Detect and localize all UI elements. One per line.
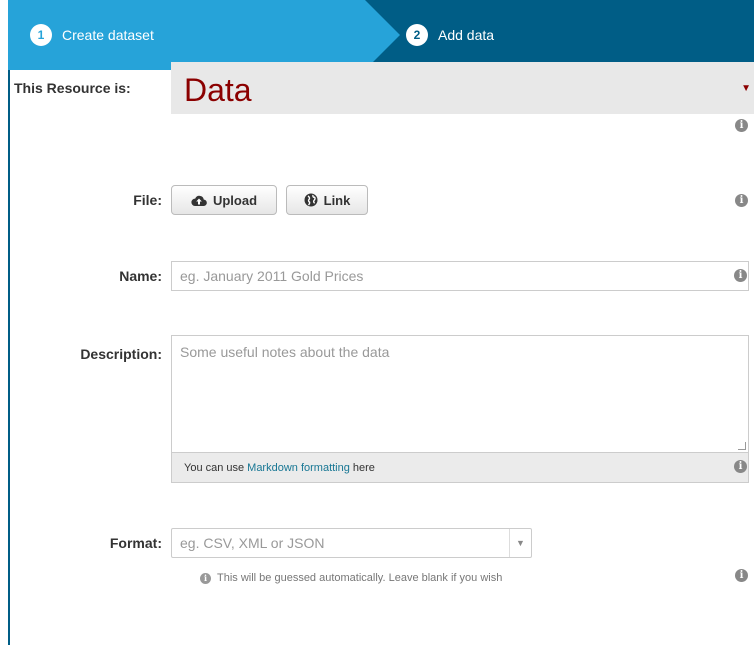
upload-button[interactable]: Upload: [171, 185, 277, 215]
stage-number: 1: [30, 24, 52, 46]
globe-icon: [304, 193, 318, 207]
markdown-formatting-link[interactable]: Markdown formatting: [247, 462, 350, 474]
info-icon: i: [735, 119, 748, 132]
chevron-down-icon[interactable]: ▼: [509, 529, 531, 557]
format-select[interactable]: eg. CSV, XML or JSON ▼: [171, 528, 532, 558]
left-border: [8, 70, 10, 645]
cloud-upload-icon: [191, 195, 207, 206]
info-icon: i: [200, 572, 211, 584]
info-icon: i: [734, 460, 747, 473]
format-placeholder: eg. CSV, XML or JSON: [180, 535, 325, 551]
stage-create-dataset[interactable]: 1 Create dataset: [30, 0, 154, 70]
stage-label: Create dataset: [62, 27, 154, 43]
upload-label: Upload: [212, 192, 258, 208]
description-textarea[interactable]: Some useful notes about the data: [171, 335, 749, 453]
markdown-prefix: You can use: [184, 461, 245, 474]
resource-type-select[interactable]: Data ▼: [171, 62, 754, 114]
info-icon: i: [735, 194, 748, 207]
link-button[interactable]: Link: [286, 185, 368, 215]
info-icon: i: [734, 269, 747, 282]
stage-label: Add data: [438, 27, 495, 43]
markdown-hint-bar: You can use Markdown formatting here: [171, 453, 749, 483]
format-label: Format:: [109, 535, 162, 551]
format-hint-text: This will be guessed automatically. Leav…: [217, 572, 503, 584]
resource-type-value: Data: [184, 72, 252, 108]
markdown-suffix: here: [352, 461, 375, 474]
description-placeholder: Some useful notes about the data: [180, 344, 390, 360]
resize-handle[interactable]: [738, 442, 746, 450]
stage-number: 2: [406, 24, 428, 46]
name-label: Name:: [119, 268, 162, 284]
caret-down-icon: ▼: [741, 83, 751, 94]
format-hint: i This will be guessed automatically. Le…: [200, 572, 502, 584]
resource-type-label: This Resource is:: [14, 80, 131, 96]
stage-add-data[interactable]: 2 Add data: [406, 0, 494, 70]
name-input[interactable]: eg. January 2011 Gold Prices: [171, 261, 749, 291]
info-icon: i: [735, 569, 748, 582]
stages-bar: 1 Create dataset 2 Add data: [8, 0, 754, 70]
link-label: Link: [323, 192, 351, 208]
file-label: File:: [133, 192, 162, 208]
description-label: Description:: [80, 346, 162, 362]
